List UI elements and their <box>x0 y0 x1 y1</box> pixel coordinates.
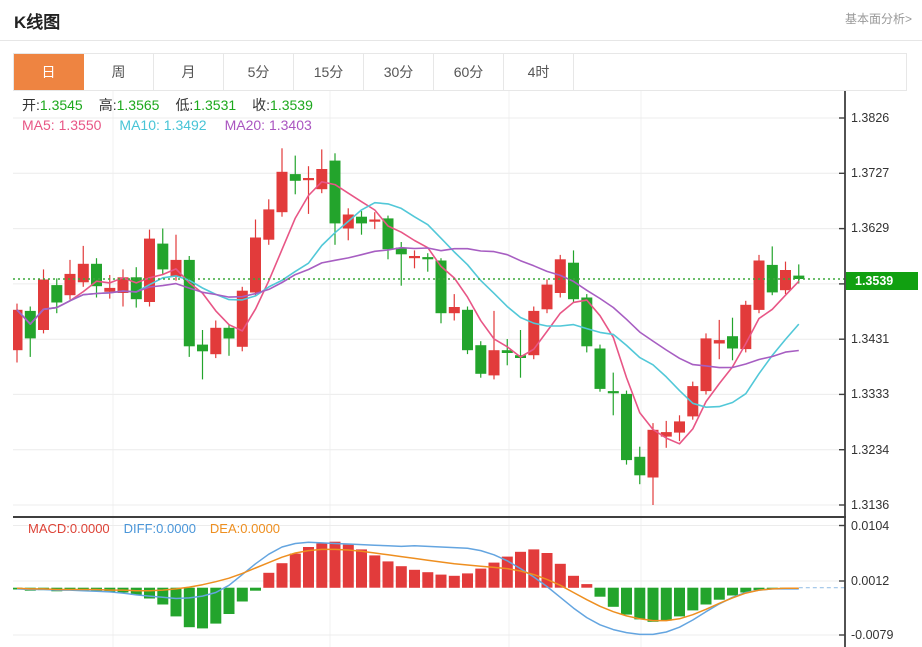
tab-filler <box>574 54 906 90</box>
tab-month[interactable]: 月 <box>154 54 224 90</box>
price-axis-tick: 1.3826 <box>851 110 915 126</box>
chart-area: 开:1.3545高:1.3565低:1.3531收:1.3539 MA5: 1.… <box>0 91 922 647</box>
price-axis-tick: 1.3333 <box>851 386 915 402</box>
price-axis-tick: 1.3727 <box>851 165 915 181</box>
header-divider <box>0 40 922 41</box>
current-price-badge: 1.3539 <box>846 272 918 290</box>
tab-30min[interactable]: 30分 <box>364 54 434 90</box>
open-label: 开: <box>22 97 40 113</box>
macd-axis-tick: 0.0104 <box>851 518 915 534</box>
macd-axis-tick: 0.0012 <box>851 573 915 589</box>
diff-value-readout: DIFF:0.0000 <box>124 521 196 536</box>
page-title: K线图 <box>14 8 60 33</box>
tab-4hour[interactable]: 4时 <box>504 54 574 90</box>
ma5-readout: MA5: 1.3550 <box>22 117 101 133</box>
ma20-readout: MA20: 1.3403 <box>225 117 312 133</box>
interval-tab-bar: 日 周 月 5分 15分 30分 60分 4时 <box>13 53 907 91</box>
ohlc-readout: 开:1.3545 高:1.3565 低:1.3531 收:1.3539 <box>22 95 329 115</box>
macd-value-readout: MACD:0.0000 <box>28 521 110 536</box>
price-chart-canvas[interactable] <box>13 91 846 517</box>
fundamental-analysis-link[interactable]: 基本面分析> <box>845 10 912 27</box>
price-axis-tick: 1.3136 <box>851 497 915 513</box>
price-axis-tick: 1.3629 <box>851 220 915 236</box>
low-label: 低: <box>175 97 193 113</box>
ma10-readout: MA10: 1.3492 <box>119 117 206 133</box>
tab-week[interactable]: 周 <box>84 54 154 90</box>
tab-day[interactable]: 日 <box>14 54 84 90</box>
high-label: 高: <box>99 97 117 113</box>
macd-axis-tick: -0.0079 <box>851 627 915 643</box>
open-value: 1.3545 <box>40 97 83 113</box>
macd-readout: MACD:0.0000 DIFF:0.0000 DEA:0.0000 <box>28 521 280 536</box>
tab-15min[interactable]: 15分 <box>294 54 364 90</box>
kline-widget: K线图 基本面分析> 日 周 月 5分 15分 30分 60分 4时 开:1.3… <box>0 0 922 647</box>
tab-60min[interactable]: 60分 <box>434 54 504 90</box>
high-value: 1.3565 <box>117 97 160 113</box>
close-label: 收: <box>252 97 270 113</box>
ma-readout: MA5: 1.3550 MA10: 1.3492 MA20: 1.3403 <box>22 117 312 133</box>
price-axis-tick: 1.3234 <box>851 442 915 458</box>
low-value: 1.3531 <box>193 97 236 113</box>
close-value: 1.3539 <box>270 97 313 113</box>
macd-chart-canvas[interactable] <box>13 518 846 647</box>
dea-value-readout: DEA:0.0000 <box>210 521 280 536</box>
price-axis-tick: 1.3431 <box>851 331 915 347</box>
tab-5min[interactable]: 5分 <box>224 54 294 90</box>
